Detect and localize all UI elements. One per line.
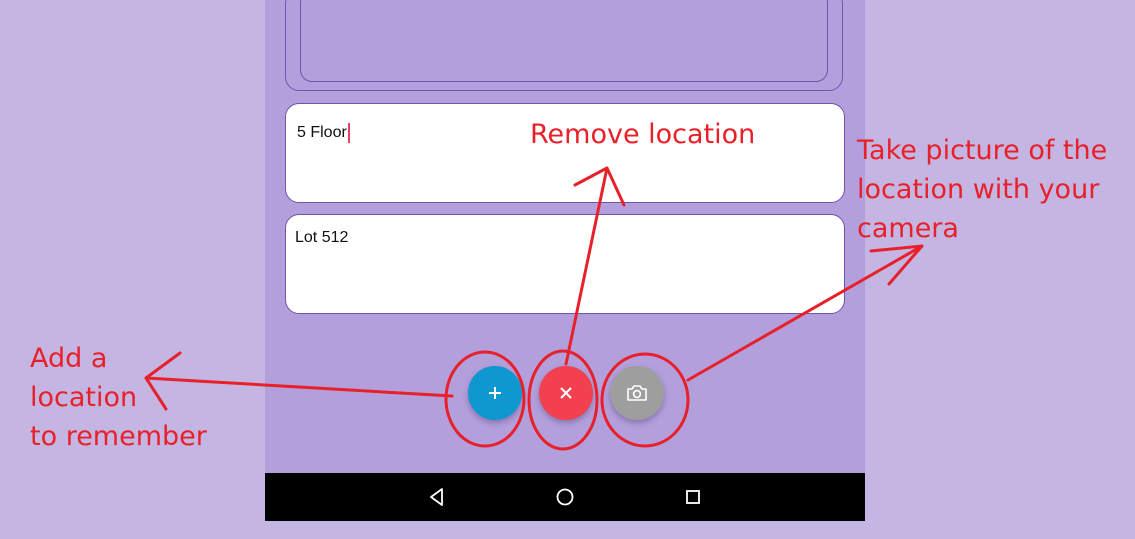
add-button-circle [444,350,526,448]
camera-button-circle [600,352,690,448]
camera-arrow [686,244,924,382]
remove-location-annotation: Remove location [530,115,755,154]
remove-button-circle [527,349,599,451]
annotation-line: camera [857,213,959,244]
add-location-annotation: Add a location to remember [30,339,207,456]
annotation-line: Take picture of the [857,135,1108,166]
annotation-line: Add a [30,343,108,374]
remove-arrow [564,166,626,366]
annotation-line: location with your [857,174,1100,205]
annotation-marks [144,166,924,451]
annotation-line: Remove location [530,119,756,150]
annotation-line: location [30,382,138,413]
annotation-line: to remember [30,421,207,452]
take-picture-annotation: Take picture of the location with your c… [857,131,1107,248]
